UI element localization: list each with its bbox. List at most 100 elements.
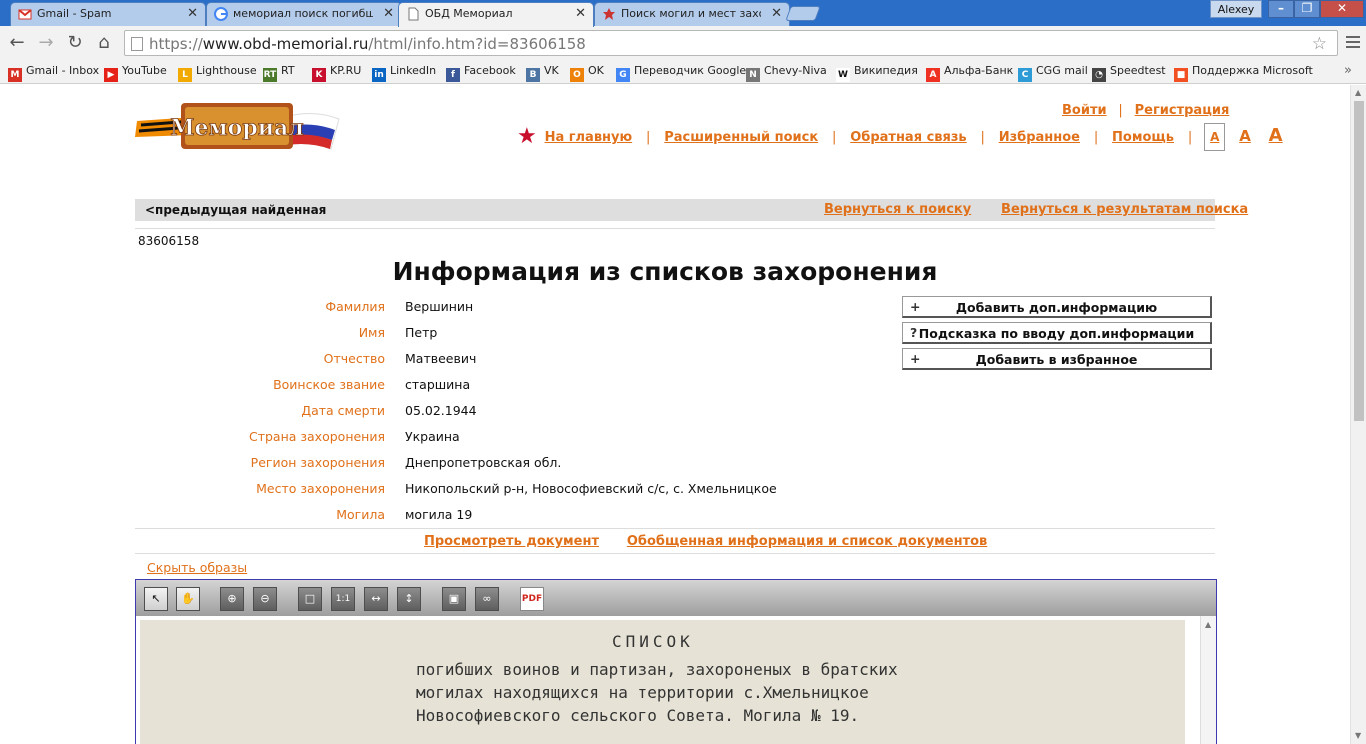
home-icon[interactable]: ⌂ xyxy=(93,32,115,54)
bookmark-label: Lighthouse xyxy=(196,64,257,77)
browser-title-bar: Gmail - Spam ✕ мемориал поиск погибших -… xyxy=(0,0,1366,27)
hand-tool-icon[interactable]: ✋ xyxy=(176,587,200,611)
address-bar[interactable]: https://www.obd-memorial.ru/html/info.ht… xyxy=(124,30,1338,56)
button-label: Добавить доп.информацию xyxy=(955,300,1158,315)
bookmark-youtube[interactable]: ▶ YouTube xyxy=(104,64,167,82)
font-size-large[interactable]: A xyxy=(1269,125,1283,146)
bookmark-facebook[interactable]: f Facebook xyxy=(446,64,516,82)
bookmark-speedtest[interactable]: ◔ Speedtest xyxy=(1092,64,1166,82)
more-bookmarks-icon[interactable]: » xyxy=(1344,63,1352,78)
close-window-button[interactable]: ✕ xyxy=(1320,0,1364,18)
tab-title: Gmail - Spam xyxy=(37,7,112,20)
lighthouse-icon: L xyxy=(178,68,192,82)
bookmark-linkedin[interactable]: in LinkedIn xyxy=(372,64,436,82)
nav-help[interactable]: Помощь xyxy=(1112,130,1174,145)
bookmark-lighthouse[interactable]: L Lighthouse xyxy=(178,64,257,82)
bookmark-переводчик-google[interactable]: G Переводчик Google xyxy=(616,64,746,82)
new-tab-button[interactable] xyxy=(785,6,821,21)
bookmark-star-icon[interactable]: ☆ xyxy=(1312,34,1327,54)
google-icon xyxy=(214,7,228,21)
link-icon[interactable]: ∞ xyxy=(475,587,499,611)
add-info-button[interactable]: + Добавить доп.информацию xyxy=(902,296,1212,318)
zoom-out-icon[interactable]: ⊖ xyxy=(253,587,277,611)
back-to-search-link[interactable]: Вернуться к поиску xyxy=(824,202,971,217)
fit-page-icon[interactable]: □ xyxy=(298,587,322,611)
youtube-icon: ▶ xyxy=(104,68,118,82)
bookmark-gmail-inbox[interactable]: M Gmail - Inbox xyxy=(8,64,99,82)
alfabank-icon: А xyxy=(926,68,940,82)
tab-gmail-spam[interactable]: Gmail - Spam ✕ xyxy=(10,2,206,26)
bookmark-cgg-mail[interactable]: C CGG mail xyxy=(1018,64,1088,82)
previous-found-link[interactable]: <предыдущая найденная xyxy=(145,203,326,217)
summary-documents-link[interactable]: Обобщенная информация и список документо… xyxy=(627,534,987,549)
scroll-down-icon[interactable]: ▼ xyxy=(1355,731,1361,740)
niva-icon: N xyxy=(746,68,760,82)
page-info-icon[interactable] xyxy=(131,37,143,51)
bookmark-vk[interactable]: B VK xyxy=(526,64,559,82)
hide-images-link[interactable]: Скрыть образы xyxy=(147,560,247,575)
font-size-small[interactable]: A xyxy=(1210,130,1219,144)
tab-grave-search[interactable]: Поиск могил и мест захоронения ✕ xyxy=(594,2,790,26)
bookmark-kp-ru[interactable]: K KP.RU xyxy=(312,64,361,82)
tab-google-search[interactable]: мемориал поиск погибших - Поиск в Google… xyxy=(206,2,402,26)
scroll-up-icon[interactable]: ▲ xyxy=(1355,88,1361,97)
actual-size-icon[interactable]: 1:1 xyxy=(331,587,355,611)
separator: | xyxy=(1187,130,1193,145)
font-size-medium[interactable]: A xyxy=(1239,127,1251,145)
record-id: 83606158 xyxy=(138,234,200,248)
login-link[interactable]: Войти xyxy=(1062,103,1107,118)
restore-button[interactable]: ❐ xyxy=(1294,0,1320,18)
back-icon[interactable]: ← xyxy=(6,32,28,54)
field-row: Отчество Матвеевич xyxy=(135,346,895,372)
add-to-favorites-button[interactable]: + Добавить в избранное xyxy=(902,348,1212,370)
bookmark-rt[interactable]: RT RT xyxy=(263,64,295,82)
bookmark-альфа-банк[interactable]: А Альфа-Банк xyxy=(926,64,1013,82)
nav-home[interactable]: На главную xyxy=(545,130,633,145)
viewer-scrollbar[interactable]: ▲ xyxy=(1200,616,1216,744)
reload-icon[interactable]: ↻ xyxy=(64,32,86,54)
close-tab-icon[interactable]: ✕ xyxy=(187,6,198,21)
scroll-up-icon[interactable]: ▲ xyxy=(1205,620,1211,629)
cgg-icon: C xyxy=(1018,68,1032,82)
select-tool-icon[interactable]: ↖ xyxy=(144,587,168,611)
bookmark-chevy-niva[interactable]: N Chevy-Niva xyxy=(746,64,827,82)
bookmark-википедия[interactable]: W Википедия xyxy=(836,64,918,82)
gmail-icon: M xyxy=(8,68,22,82)
register-link[interactable]: Регистрация xyxy=(1135,103,1230,118)
divider xyxy=(135,528,1215,529)
field-row: Место захоронения Никопольский р-н, Новос… xyxy=(135,476,895,502)
field-value: могила 19 xyxy=(405,507,473,522)
minimize-button[interactable]: – xyxy=(1268,0,1294,18)
plus-icon: + xyxy=(910,351,921,366)
memorial-logo[interactable]: Мемориал xyxy=(135,99,341,159)
bookmark-поддержка-microsoft[interactable]: ■ Поддержка Microsoft xyxy=(1174,64,1313,82)
fit-height-icon[interactable]: ↕ xyxy=(397,587,421,611)
close-tab-icon[interactable]: ✕ xyxy=(383,6,394,21)
fit-width-icon[interactable]: ↔ xyxy=(364,587,388,611)
view-document-link[interactable]: Просмотреть документ xyxy=(424,534,599,549)
input-hint-button[interactable]: ? Подсказка по вводу доп.информации xyxy=(902,322,1212,344)
tab-obd-memorial[interactable]: ОБД Мемориал ✕ xyxy=(398,2,594,27)
forward-icon[interactable]: → xyxy=(35,32,57,54)
back-to-results-link[interactable]: Вернуться к результатам поиска xyxy=(1001,202,1248,217)
bookmark-ok[interactable]: O OK xyxy=(570,64,604,82)
bookmark-label: OK xyxy=(588,64,604,77)
page-scrollbar[interactable]: ▲ ▼ xyxy=(1350,85,1366,744)
save-icon[interactable]: ▣ xyxy=(442,587,466,611)
close-tab-icon[interactable]: ✕ xyxy=(575,6,586,21)
close-tab-icon[interactable]: ✕ xyxy=(771,6,782,21)
nav-favorites[interactable]: Избранное xyxy=(999,130,1080,145)
zoom-in-icon[interactable]: ⊕ xyxy=(220,587,244,611)
profile-button[interactable]: Alexey xyxy=(1210,0,1262,18)
nav-feedback[interactable]: Обратная связь xyxy=(850,130,966,145)
scrollbar-thumb[interactable] xyxy=(1354,101,1364,421)
field-label: Воинское звание xyxy=(273,377,385,392)
menu-icon[interactable] xyxy=(1346,36,1360,51)
nav-advanced-search[interactable]: Расширенный поиск xyxy=(664,130,818,145)
bookmark-label: YouTube xyxy=(122,64,167,77)
viewer-toolbar: ↖ ✋ ⊕ ⊖ □ 1:1 ↔ ↕ ▣ ∞ PDF xyxy=(136,580,1216,616)
divider xyxy=(135,228,1215,229)
pdf-icon[interactable]: PDF xyxy=(520,587,544,611)
url-scheme: https:// xyxy=(149,35,203,53)
field-value: Матвеевич xyxy=(405,351,477,366)
